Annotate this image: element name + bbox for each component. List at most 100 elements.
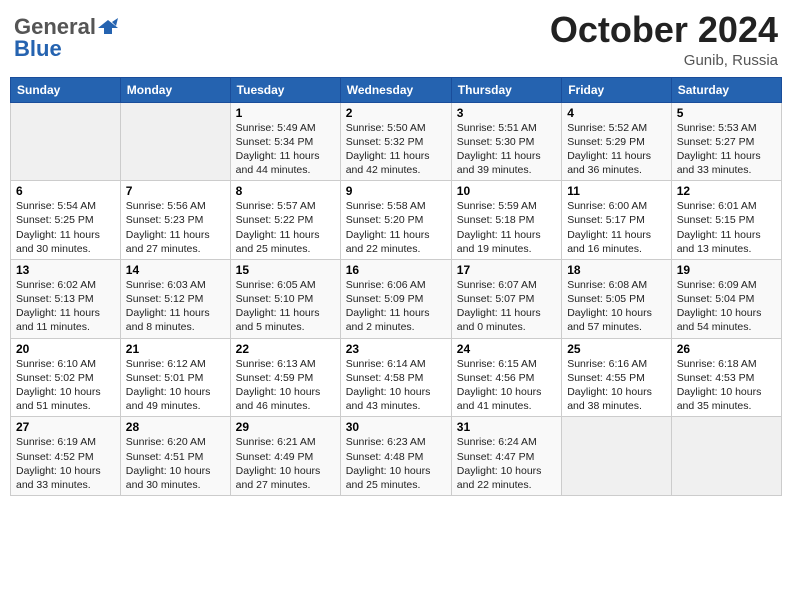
day-number: 8 xyxy=(236,184,335,198)
calendar-week-row: 6Sunrise: 5:54 AM Sunset: 5:25 PM Daylig… xyxy=(11,181,782,260)
calendar-cell: 26Sunrise: 6:18 AM Sunset: 4:53 PM Dayli… xyxy=(671,338,781,417)
day-detail: Sunrise: 6:08 AM Sunset: 5:05 PM Dayligh… xyxy=(567,278,666,335)
day-detail: Sunrise: 6:03 AM Sunset: 5:12 PM Dayligh… xyxy=(126,278,225,335)
logo: General Blue xyxy=(14,14,118,62)
day-detail: Sunrise: 6:06 AM Sunset: 5:09 PM Dayligh… xyxy=(346,278,446,335)
day-detail: Sunrise: 5:51 AM Sunset: 5:30 PM Dayligh… xyxy=(457,121,556,178)
day-number: 16 xyxy=(346,263,446,277)
calendar-cell xyxy=(562,417,672,496)
logo-blue-text: Blue xyxy=(14,36,62,62)
day-number: 15 xyxy=(236,263,335,277)
calendar-week-row: 1Sunrise: 5:49 AM Sunset: 5:34 PM Daylig… xyxy=(11,102,782,181)
calendar-week-row: 27Sunrise: 6:19 AM Sunset: 4:52 PM Dayli… xyxy=(11,417,782,496)
location: Gunib, Russia xyxy=(550,52,778,69)
day-number: 7 xyxy=(126,184,225,198)
day-detail: Sunrise: 6:09 AM Sunset: 5:04 PM Dayligh… xyxy=(677,278,776,335)
day-header-wednesday: Wednesday xyxy=(340,77,451,102)
day-detail: Sunrise: 6:07 AM Sunset: 5:07 PM Dayligh… xyxy=(457,278,556,335)
day-number: 29 xyxy=(236,420,335,434)
day-detail: Sunrise: 5:56 AM Sunset: 5:23 PM Dayligh… xyxy=(126,199,225,256)
calendar-cell: 2Sunrise: 5:50 AM Sunset: 5:32 PM Daylig… xyxy=(340,102,451,181)
calendar-cell: 31Sunrise: 6:24 AM Sunset: 4:47 PM Dayli… xyxy=(451,417,561,496)
calendar-cell: 1Sunrise: 5:49 AM Sunset: 5:34 PM Daylig… xyxy=(230,102,340,181)
day-detail: Sunrise: 6:18 AM Sunset: 4:53 PM Dayligh… xyxy=(677,357,776,414)
calendar-week-row: 13Sunrise: 6:02 AM Sunset: 5:13 PM Dayli… xyxy=(11,259,782,338)
calendar-cell: 11Sunrise: 6:00 AM Sunset: 5:17 PM Dayli… xyxy=(562,181,672,260)
day-number: 31 xyxy=(457,420,556,434)
calendar-cell xyxy=(671,417,781,496)
day-number: 26 xyxy=(677,342,776,356)
calendar-cell: 7Sunrise: 5:56 AM Sunset: 5:23 PM Daylig… xyxy=(120,181,230,260)
day-number: 5 xyxy=(677,106,776,120)
title-block: October 2024 Gunib, Russia xyxy=(550,10,778,69)
calendar-cell: 3Sunrise: 5:51 AM Sunset: 5:30 PM Daylig… xyxy=(451,102,561,181)
calendar-cell: 15Sunrise: 6:05 AM Sunset: 5:10 PM Dayli… xyxy=(230,259,340,338)
calendar-cell: 27Sunrise: 6:19 AM Sunset: 4:52 PM Dayli… xyxy=(11,417,121,496)
calendar-cell: 21Sunrise: 6:12 AM Sunset: 5:01 PM Dayli… xyxy=(120,338,230,417)
calendar-cell: 9Sunrise: 5:58 AM Sunset: 5:20 PM Daylig… xyxy=(340,181,451,260)
day-number: 6 xyxy=(16,184,115,198)
calendar-cell: 25Sunrise: 6:16 AM Sunset: 4:55 PM Dayli… xyxy=(562,338,672,417)
day-detail: Sunrise: 5:54 AM Sunset: 5:25 PM Dayligh… xyxy=(16,199,115,256)
month-title: October 2024 xyxy=(550,10,778,50)
day-detail: Sunrise: 5:53 AM Sunset: 5:27 PM Dayligh… xyxy=(677,121,776,178)
day-detail: Sunrise: 5:57 AM Sunset: 5:22 PM Dayligh… xyxy=(236,199,335,256)
day-detail: Sunrise: 6:14 AM Sunset: 4:58 PM Dayligh… xyxy=(346,357,446,414)
calendar-week-row: 20Sunrise: 6:10 AM Sunset: 5:02 PM Dayli… xyxy=(11,338,782,417)
calendar-cell: 24Sunrise: 6:15 AM Sunset: 4:56 PM Dayli… xyxy=(451,338,561,417)
day-number: 20 xyxy=(16,342,115,356)
calendar-cell: 17Sunrise: 6:07 AM Sunset: 5:07 PM Dayli… xyxy=(451,259,561,338)
calendar-cell: 16Sunrise: 6:06 AM Sunset: 5:09 PM Dayli… xyxy=(340,259,451,338)
day-number: 2 xyxy=(346,106,446,120)
day-detail: Sunrise: 6:20 AM Sunset: 4:51 PM Dayligh… xyxy=(126,435,225,492)
calendar-cell: 13Sunrise: 6:02 AM Sunset: 5:13 PM Dayli… xyxy=(11,259,121,338)
day-number: 4 xyxy=(567,106,666,120)
day-header-saturday: Saturday xyxy=(671,77,781,102)
calendar-cell: 22Sunrise: 6:13 AM Sunset: 4:59 PM Dayli… xyxy=(230,338,340,417)
day-detail: Sunrise: 6:19 AM Sunset: 4:52 PM Dayligh… xyxy=(16,435,115,492)
day-number: 14 xyxy=(126,263,225,277)
day-number: 13 xyxy=(16,263,115,277)
day-header-tuesday: Tuesday xyxy=(230,77,340,102)
calendar-cell: 23Sunrise: 6:14 AM Sunset: 4:58 PM Dayli… xyxy=(340,338,451,417)
calendar-cell: 19Sunrise: 6:09 AM Sunset: 5:04 PM Dayli… xyxy=(671,259,781,338)
page-header: General Blue October 2024 Gunib, Russia xyxy=(10,10,782,69)
calendar-cell: 12Sunrise: 6:01 AM Sunset: 5:15 PM Dayli… xyxy=(671,181,781,260)
day-detail: Sunrise: 5:59 AM Sunset: 5:18 PM Dayligh… xyxy=(457,199,556,256)
calendar-cell: 20Sunrise: 6:10 AM Sunset: 5:02 PM Dayli… xyxy=(11,338,121,417)
day-number: 19 xyxy=(677,263,776,277)
day-detail: Sunrise: 6:23 AM Sunset: 4:48 PM Dayligh… xyxy=(346,435,446,492)
day-number: 24 xyxy=(457,342,556,356)
logo-bird-icon xyxy=(98,18,118,36)
day-detail: Sunrise: 6:13 AM Sunset: 4:59 PM Dayligh… xyxy=(236,357,335,414)
day-number: 12 xyxy=(677,184,776,198)
day-detail: Sunrise: 6:10 AM Sunset: 5:02 PM Dayligh… xyxy=(16,357,115,414)
calendar-cell: 8Sunrise: 5:57 AM Sunset: 5:22 PM Daylig… xyxy=(230,181,340,260)
day-number: 30 xyxy=(346,420,446,434)
day-detail: Sunrise: 6:00 AM Sunset: 5:17 PM Dayligh… xyxy=(567,199,666,256)
day-header-monday: Monday xyxy=(120,77,230,102)
day-number: 18 xyxy=(567,263,666,277)
calendar-cell: 28Sunrise: 6:20 AM Sunset: 4:51 PM Dayli… xyxy=(120,417,230,496)
day-number: 10 xyxy=(457,184,556,198)
day-detail: Sunrise: 6:15 AM Sunset: 4:56 PM Dayligh… xyxy=(457,357,556,414)
day-detail: Sunrise: 6:02 AM Sunset: 5:13 PM Dayligh… xyxy=(16,278,115,335)
day-header-friday: Friday xyxy=(562,77,672,102)
day-detail: Sunrise: 6:01 AM Sunset: 5:15 PM Dayligh… xyxy=(677,199,776,256)
day-number: 11 xyxy=(567,184,666,198)
day-header-thursday: Thursday xyxy=(451,77,561,102)
calendar-table: SundayMondayTuesdayWednesdayThursdayFrid… xyxy=(10,77,782,496)
day-number: 23 xyxy=(346,342,446,356)
calendar-cell: 30Sunrise: 6:23 AM Sunset: 4:48 PM Dayli… xyxy=(340,417,451,496)
calendar-cell: 29Sunrise: 6:21 AM Sunset: 4:49 PM Dayli… xyxy=(230,417,340,496)
day-number: 9 xyxy=(346,184,446,198)
day-detail: Sunrise: 5:52 AM Sunset: 5:29 PM Dayligh… xyxy=(567,121,666,178)
day-number: 21 xyxy=(126,342,225,356)
day-detail: Sunrise: 5:58 AM Sunset: 5:20 PM Dayligh… xyxy=(346,199,446,256)
day-number: 25 xyxy=(567,342,666,356)
day-number: 3 xyxy=(457,106,556,120)
calendar-header-row: SundayMondayTuesdayWednesdayThursdayFrid… xyxy=(11,77,782,102)
day-detail: Sunrise: 6:05 AM Sunset: 5:10 PM Dayligh… xyxy=(236,278,335,335)
day-number: 28 xyxy=(126,420,225,434)
day-header-sunday: Sunday xyxy=(11,77,121,102)
